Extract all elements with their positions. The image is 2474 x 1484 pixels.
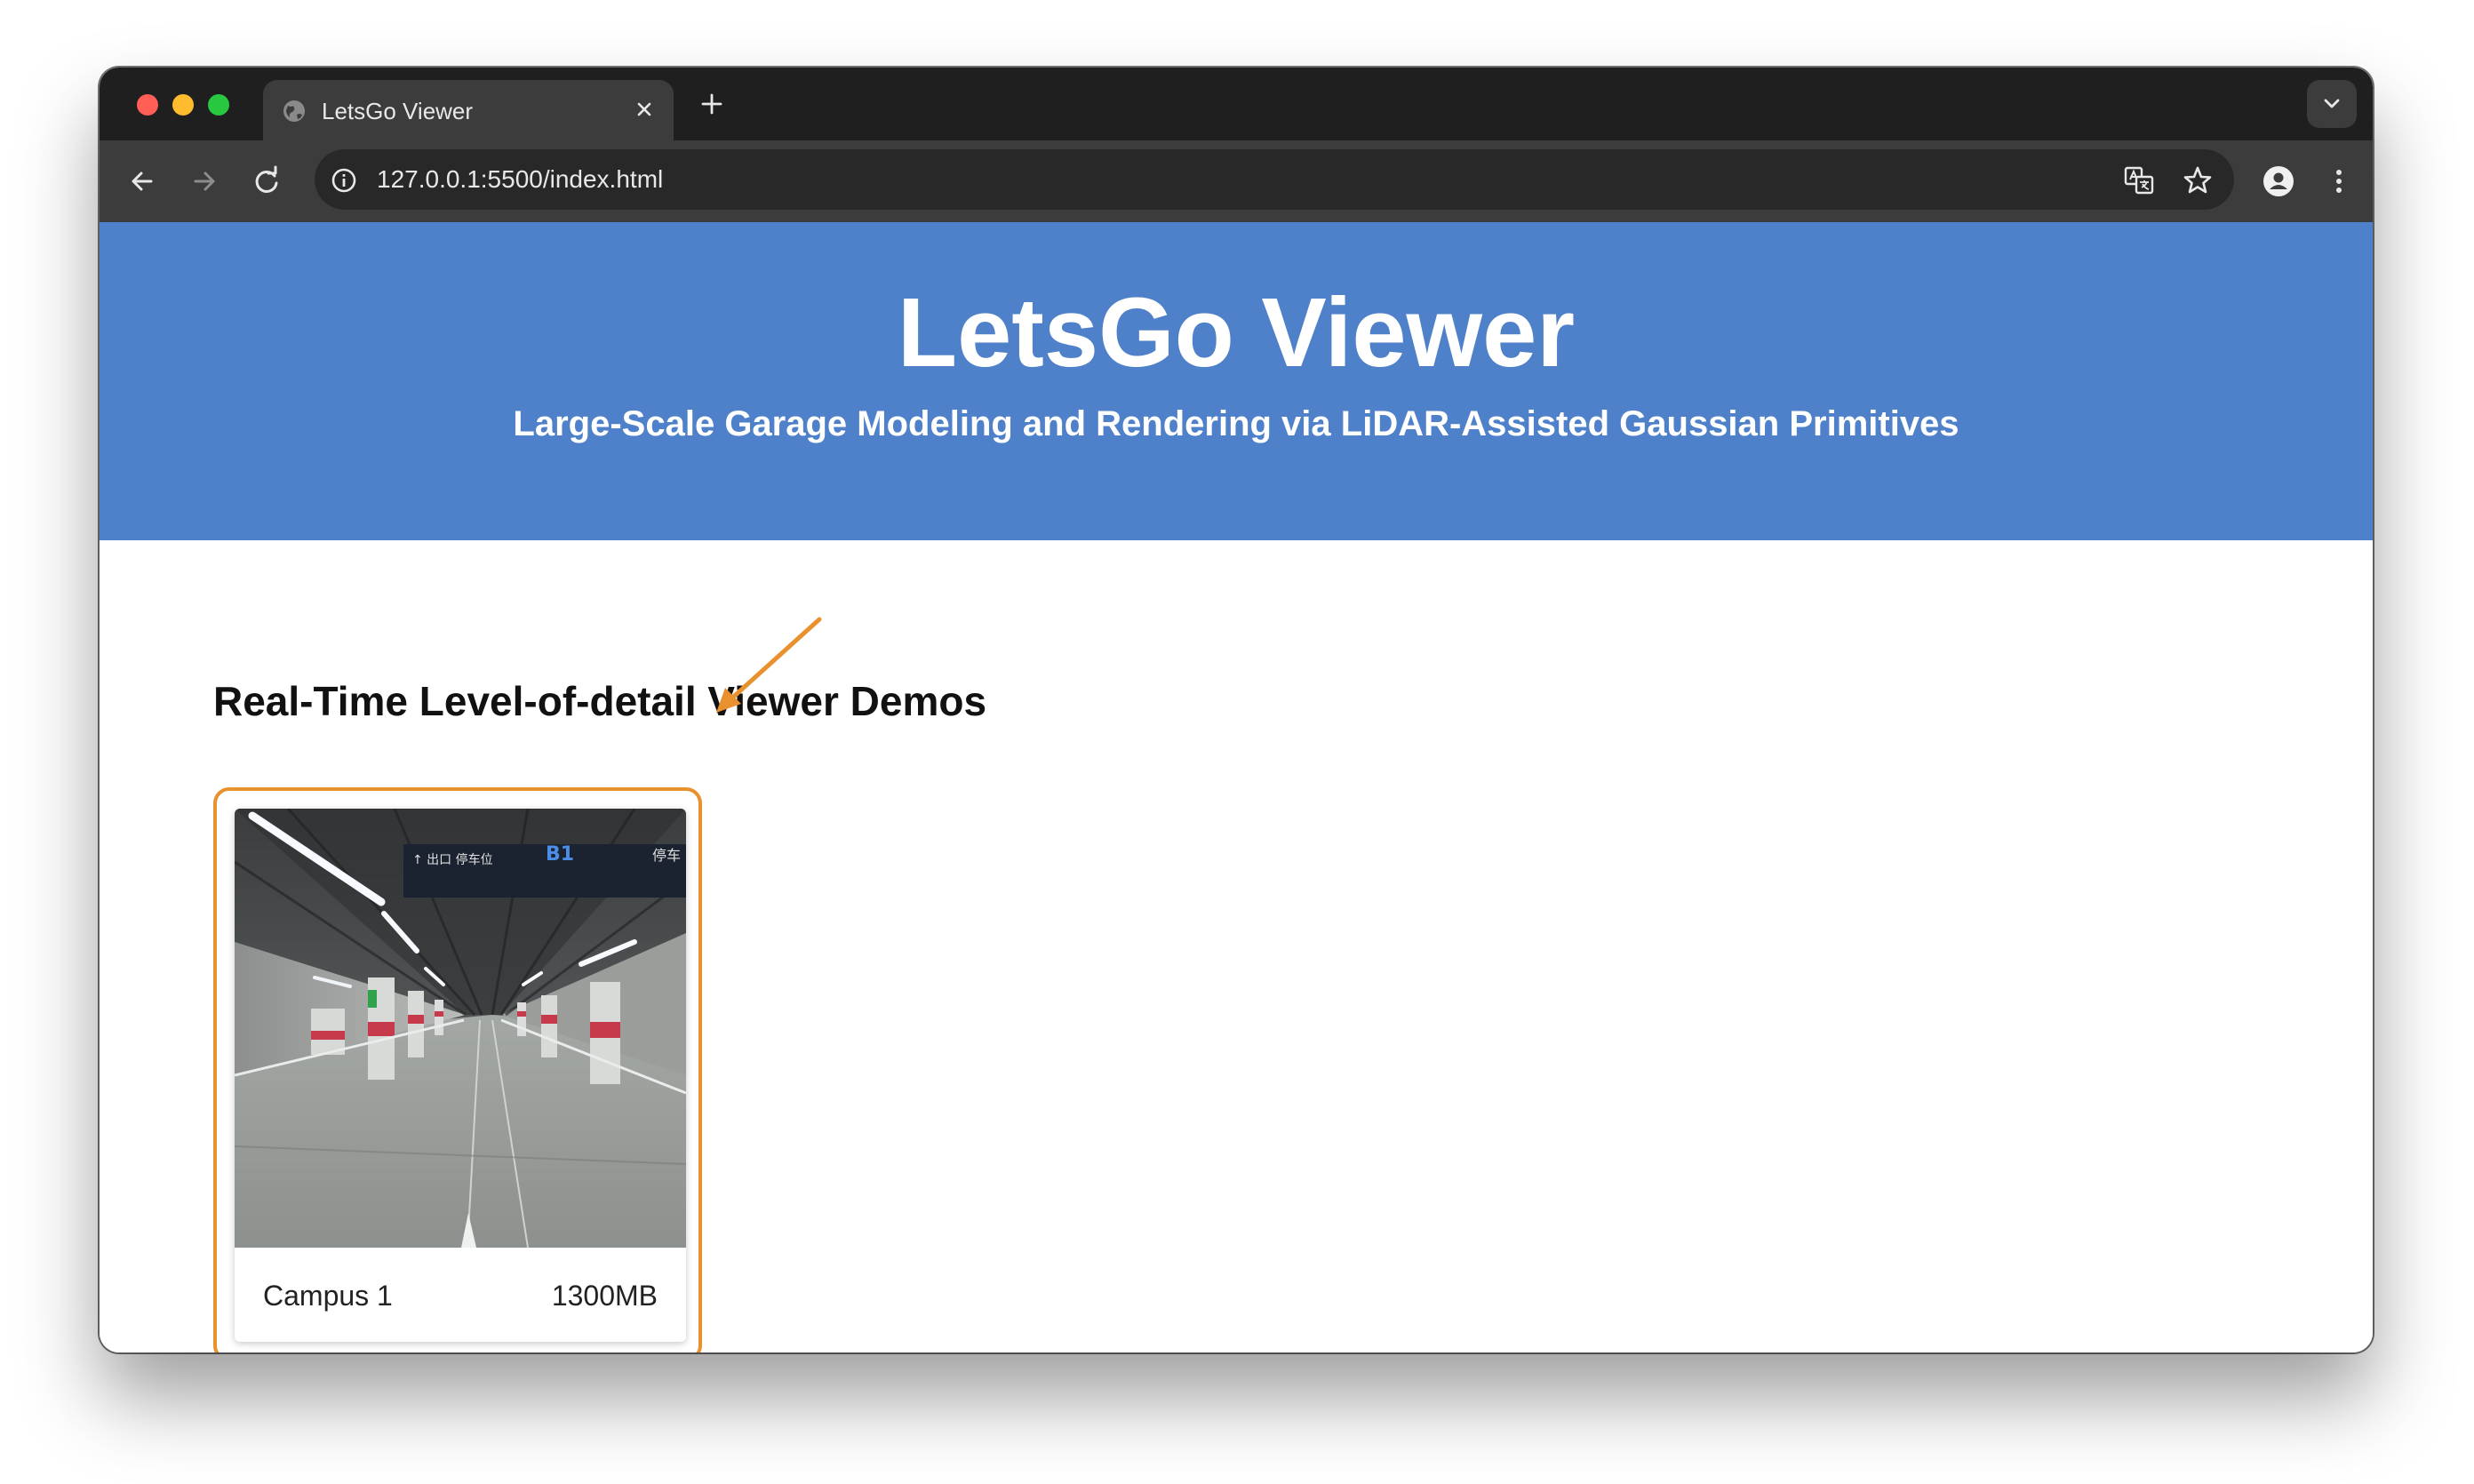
kebab-menu-icon[interactable]: [2321, 164, 2357, 199]
arrow-right-icon[interactable]: [187, 164, 222, 199]
svg-text:B1: B1: [546, 843, 574, 866]
translate-icon[interactable]: [2122, 164, 2156, 197]
url-text[interactable]: 127.0.0.1:5500/index.html: [377, 165, 663, 194]
tab-search-button[interactable]: [2307, 80, 2357, 128]
browser-tab[interactable]: LetsGo Viewer: [263, 80, 674, 140]
section-heading: Real-Time Level-of-detail Viewer Demos: [213, 678, 987, 724]
arrow-left-icon[interactable]: [124, 164, 160, 199]
demo-name: Campus 1: [263, 1280, 393, 1312]
page-content: LetsGo Viewer Large-Scale Garage Modelin…: [100, 222, 2373, 1352]
chevron-down-icon: [2324, 99, 2340, 108]
page-title: LetsGo Viewer: [897, 278, 1576, 387]
star-icon[interactable]: [2181, 164, 2215, 197]
browser-window: LetsGo Viewer 127.0.0.1:5500/index.html …: [100, 68, 2373, 1352]
svg-text:↑ 出口 停车位: ↑ 出口 停车位: [412, 852, 493, 867]
minimize-window-button[interactable]: [172, 94, 194, 116]
plus-icon[interactable]: [697, 89, 727, 119]
demo-size: 1300MB: [551, 1280, 658, 1312]
demo-thumbnail[interactable]: ↑ 出口 停车位 B1 停车: [235, 809, 686, 1248]
info-icon[interactable]: [329, 165, 359, 195]
tab-strip: LetsGo Viewer: [100, 68, 2373, 140]
maximize-window-button[interactable]: [208, 94, 229, 116]
page-subtitle: Large-Scale Garage Modeling and Renderin…: [513, 404, 1959, 443]
page-header: LetsGo Viewer Large-Scale Garage Modelin…: [100, 222, 2373, 540]
tab-title: LetsGo Viewer: [322, 98, 474, 124]
address-bar[interactable]: 127.0.0.1:5500/index.html: [315, 149, 2234, 210]
person-icon[interactable]: [2261, 164, 2296, 199]
close-icon[interactable]: [631, 96, 658, 123]
demo-card[interactable]: ↑ 出口 停车位 B1 停车 Campus 1 1300MB: [235, 809, 686, 1342]
reload-icon[interactable]: [249, 164, 284, 199]
globe-icon: [283, 100, 305, 122]
svg-text:停车: 停车: [652, 847, 681, 864]
browser-toolbar: 127.0.0.1:5500/index.html: [100, 140, 2373, 222]
close-window-button[interactable]: [137, 94, 158, 116]
